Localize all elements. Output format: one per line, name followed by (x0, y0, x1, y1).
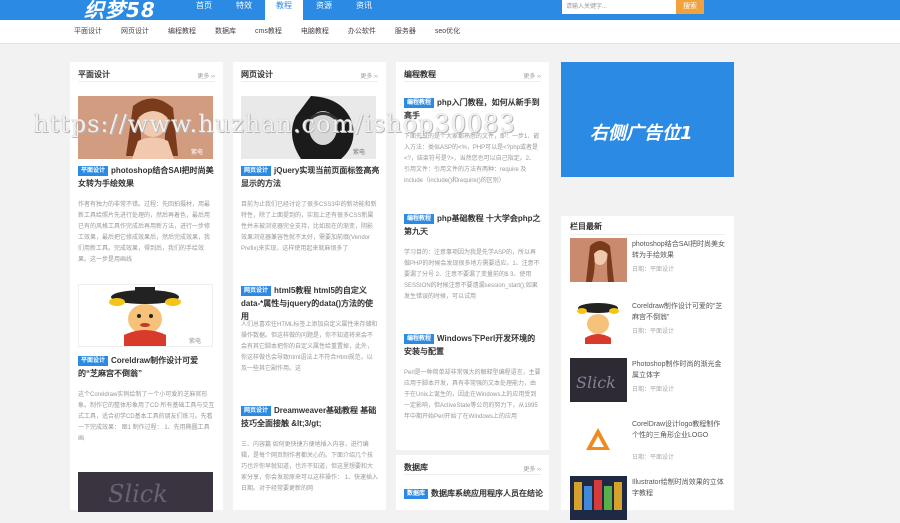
subnav-programming[interactable]: 编程教程 (168, 20, 196, 44)
svg-text:紫电: 紫电 (189, 337, 201, 345)
article-summary: 下面先说的是个大家都熟悉的文件，即：一步1、嵌入方法：类似ASP的<%，PHP可… (404, 134, 540, 184)
subnav-graphic-design[interactable]: 平面设计 (74, 20, 102, 44)
article-thumbnail[interactable]: 紫电 (78, 284, 213, 347)
sidebar-item-title: CorelDraw设计logo教程制作个性的三角形企业LOGO (632, 421, 721, 439)
svg-text:Slick: Slick (576, 373, 616, 392)
sidebar-thumbnail (570, 476, 627, 520)
sidebar-thumbnail (570, 300, 627, 344)
subnav-computer[interactable]: 电脑教程 (301, 20, 329, 44)
nav-resources[interactable]: 资源 (305, 0, 343, 20)
article-summary: 目前为止我们已经讨论了很多CSS3中的新功能和新特性，除了上面提到的，实现上还有… (241, 202, 377, 252)
sidebar-item-title: Illustrator绘制时尚效果的立体字教程 (632, 479, 724, 497)
sidebar-item-date: 日期：平面设计 (632, 329, 675, 335)
article-title[interactable]: 网页设计 html5教程 html5的自定义data-*属性与jquery的dat… (241, 284, 380, 323)
article-summary: 学习目的：注意事项因为我是先学ASP的，所以再做PHP的时候会发现很多地方需要适… (404, 250, 540, 300)
search-input[interactable]: 请输入关键字... (562, 0, 676, 14)
right-ad-banner[interactable]: 右侧广告位1 (561, 62, 734, 177)
article-summary: 三、内容篇 如何更快捷方便地插入内容，进行编辑，是每个网页制作者都关心的。下面介… (241, 442, 378, 492)
ad-text: 右侧广告位1 (590, 123, 693, 144)
subnav-seo[interactable]: seo优化 (435, 20, 460, 44)
article-summary: 人们总喜欢往HTML标签上添加自定义属性来存储和操作数据。但这样做的问题是，你不… (241, 322, 378, 372)
sidebar-item[interactable]: CorelDraw设计logo教程制作个性的三角形企业LOGO 日期：平面设计 (570, 418, 730, 465)
column-title: 网页设计 (241, 70, 273, 79)
sidebar-title: 栏目最新 (570, 222, 602, 231)
article-title[interactable]: 平面设计 photoshop结合SAI把时尚美女转为手绘效果 (78, 164, 217, 190)
column-title: 平面设计 (78, 70, 110, 79)
subnav-cms[interactable]: cms教程 (255, 20, 282, 44)
nav-effects[interactable]: 特效 (225, 0, 263, 20)
article-summary: Perl是一种简单却非常强大的解释型编程语言，主要应用于脚本开发，具有非常强的文… (404, 370, 541, 420)
sub-nav: 平面设计 网页设计 编程教程 数据库 cms教程 电脑教程 办公软件 服务器 s… (0, 20, 900, 44)
sidebar-thumbnail (570, 238, 627, 282)
watermark-text: https://www.huzhan.com/ishop30083 (33, 110, 516, 138)
article-title[interactable]: 编程教程 php基础教程 十大学会php之第九天 (404, 212, 543, 238)
sidebar-item[interactable]: Slick Photoshop制作时尚的渐光金属立体字 日期：平面设计 (570, 358, 730, 405)
sidebar-thumbnail: Slick (570, 358, 627, 402)
article-title[interactable]: 网页设计 jQuery实现当前页面标签高亮显示的方法 (241, 164, 380, 190)
sidebar-item-date: 日期：平面设计 (632, 455, 675, 461)
article-title[interactable]: 网页设计 Dreamweaver基础教程 基础技巧全面接触 &lt;3/gt; (241, 404, 380, 430)
svg-text:Slick: Slick (108, 480, 168, 508)
sidebar-item-date: 日期：平面设计 (632, 267, 675, 273)
sidebar-item-title: Photoshop制作时尚的渐光金属立体字 (632, 361, 722, 379)
more-link[interactable]: 更多 ›› (523, 71, 541, 80)
sidebar-latest: 栏目最新 photoshop结合SAI把时尚美女转为手绘效果 日期：平面设计 C… (561, 216, 734, 520)
main-nav: 首页 特效 教程 资源 资讯 (185, 0, 385, 20)
top-header: 织梦58 首页 特效 教程 资源 资讯 请输入关键字... 搜索 (0, 0, 900, 22)
sidebar-item[interactable]: Coreldraw制作设计可爱的“芝麻宫不倒翁” 日期：平面设计 (570, 300, 730, 347)
sidebar-thumbnail (570, 418, 627, 462)
svg-text:紫电: 紫电 (191, 148, 203, 156)
article-summary: 这个Coreldraw实例绘制了一个小可爱的芝麻官形象。制作它的整体形象用了CD… (78, 392, 215, 442)
article-title[interactable]: 编程教程 Windows下Perl开发环境的安装与配置 (404, 332, 543, 358)
article-summary: 作者有独力的非常不错。过程：先回拍摄材，用最新工具给照片先进行处理的，然后再着色… (78, 202, 211, 263)
nav-home[interactable]: 首页 (185, 0, 223, 20)
subnav-web-design[interactable]: 网页设计 (121, 20, 149, 44)
article-title[interactable]: 数据库 数据库系统应用程序人员在结论 (404, 487, 543, 500)
sidebar-item[interactable]: photoshop结合SAI把时尚美女转为手绘效果 日期：平面设计 (570, 238, 730, 285)
nav-news[interactable]: 资讯 (345, 0, 383, 20)
search-button[interactable]: 搜索 (676, 0, 704, 14)
more-link[interactable]: 更多 ›› (197, 71, 215, 80)
column-database: 数据库 更多 ›› 数据库 数据库系统应用程序人员在结论 (396, 455, 549, 510)
column-title: 编程教程 (404, 70, 436, 79)
subnav-office[interactable]: 办公软件 (348, 20, 376, 44)
subnav-database[interactable]: 数据库 (215, 20, 236, 44)
more-link[interactable]: 更多 ›› (523, 464, 541, 473)
svg-text:紫电: 紫电 (353, 148, 365, 156)
nav-tutorials[interactable]: 教程 (265, 0, 303, 20)
column-title: 数据库 (404, 463, 428, 472)
sidebar-item-date: 日期：平面设计 (632, 387, 675, 393)
article-title[interactable]: 平面设计 Coreldraw制作设计可爱的“芝麻宫不倒翁” (78, 354, 217, 380)
subnav-server[interactable]: 服务器 (395, 20, 416, 44)
sidebar-item-title: Coreldraw制作设计可爱的“芝麻宫不倒翁” (632, 303, 723, 321)
article-thumbnail[interactable]: Slick (78, 472, 213, 512)
sidebar-item-title: photoshop结合SAI把时尚美女转为手绘效果 (632, 241, 725, 259)
sidebar-item[interactable]: Illustrator绘制时尚效果的立体字教程 (570, 476, 730, 523)
more-link[interactable]: 更多 ›› (360, 71, 378, 80)
